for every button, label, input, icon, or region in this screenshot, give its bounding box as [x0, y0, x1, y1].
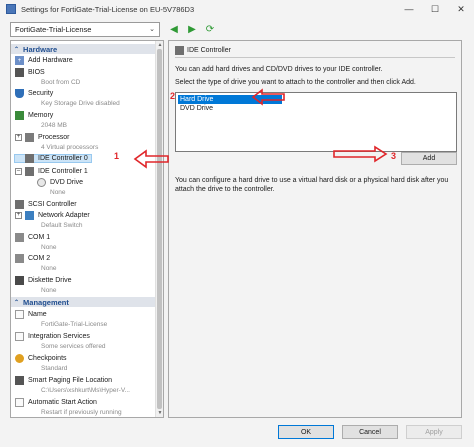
arrow-annotation-1: [133, 149, 169, 169]
arrow-annotation-3: [333, 145, 388, 163]
annotation-arrows: [133, 88, 388, 169]
annotation-label-1: 1: [114, 151, 120, 161]
annotation-label-3: 3: [391, 151, 397, 161]
arrow-annotation-2: [251, 88, 285, 106]
annotation-label-2: 2: [170, 91, 176, 101]
